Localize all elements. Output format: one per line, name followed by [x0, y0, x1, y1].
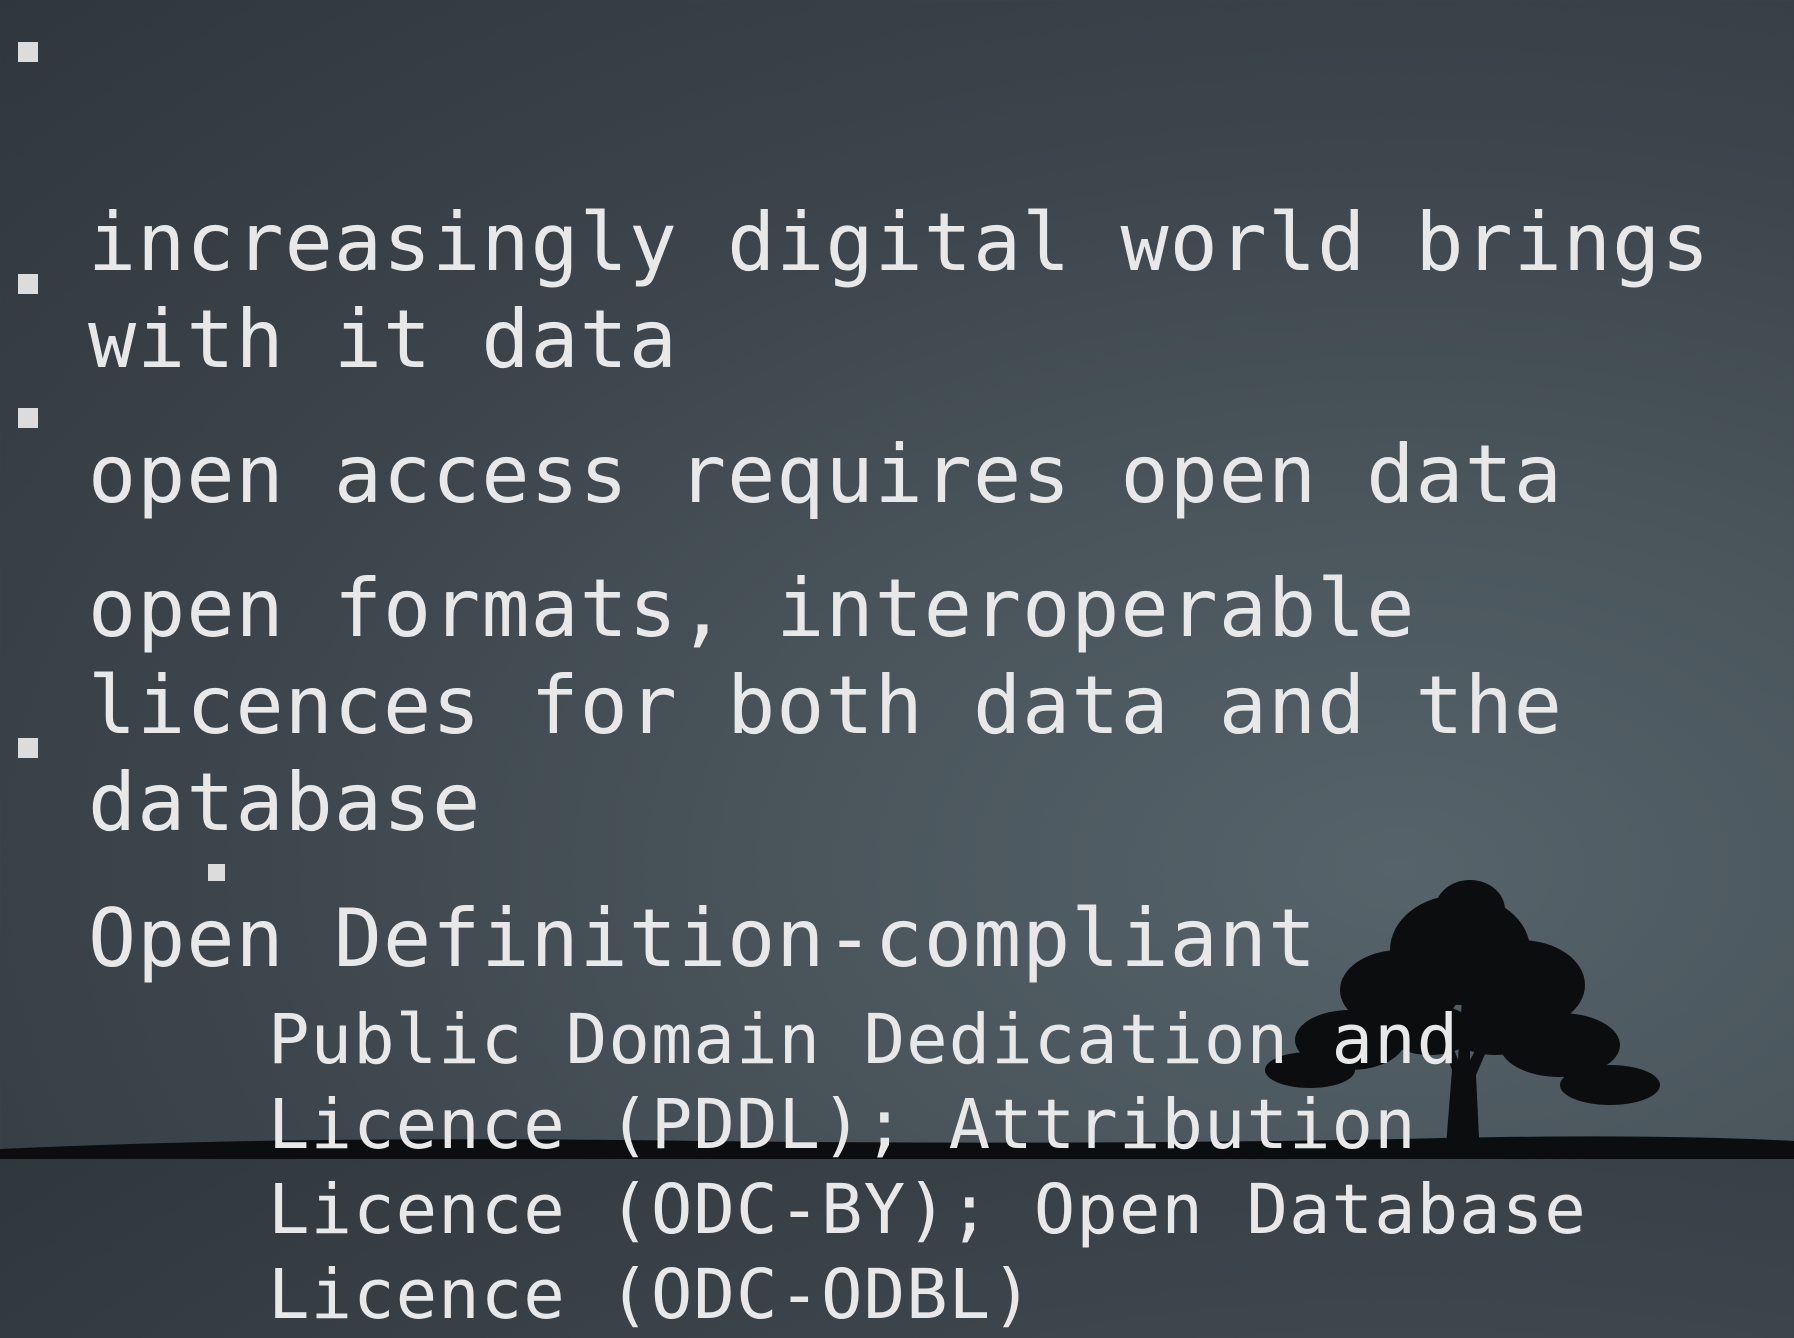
- square-bullet-icon: [18, 738, 38, 758]
- square-bullet-icon: [18, 274, 38, 294]
- square-bullet-icon: [18, 42, 38, 62]
- square-bullet-icon: [18, 408, 38, 428]
- square-bullet-icon: [208, 864, 225, 881]
- sub-bullet-text: Public Domain Dedication and Licence (PD…: [268, 1000, 1587, 1335]
- slide: increasingly digital world brings with i…: [0, 0, 1794, 1335]
- sub-bullet-item: Public Domain Dedication and Licence (PD…: [208, 828, 1768, 1338]
